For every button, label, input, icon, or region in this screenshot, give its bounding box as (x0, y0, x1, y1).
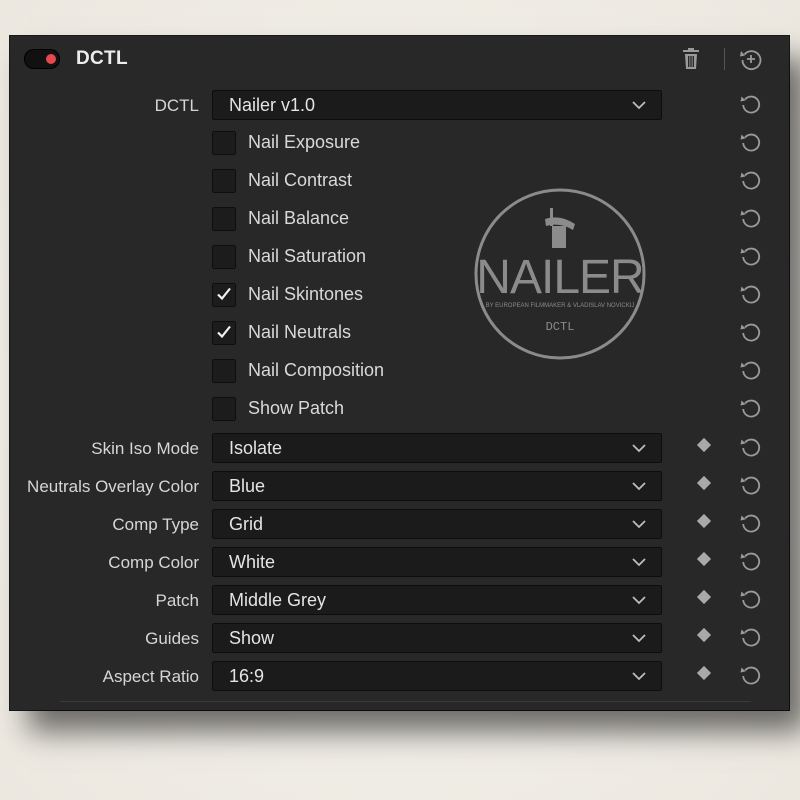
param-row-neutrals-overlay-color: Neutrals Overlay Color Blue (10, 471, 789, 501)
checkbox-label: Nail Saturation (248, 246, 367, 266)
checkbox-row-nail-composition: Nail Composition (10, 356, 789, 386)
chevron-down-icon (632, 482, 646, 491)
checkbox-show-patch[interactable] (212, 397, 236, 421)
param-row-comp-color: Comp Color White (10, 547, 789, 577)
checkmark-icon (217, 287, 231, 301)
param-label: Aspect Ratio (102, 667, 199, 686)
panel-bottom-divider (60, 701, 751, 702)
checkbox-row-nail-exposure: Nail Exposure (10, 128, 789, 158)
checkmark-icon (217, 325, 231, 339)
checkbox-label: Nail Composition (248, 360, 385, 380)
dropdown-value: Blue (229, 476, 266, 496)
reset-icon[interactable] (739, 358, 763, 382)
keyframe-diamond-icon[interactable] (696, 627, 712, 643)
param-label: Patch (155, 591, 199, 610)
comp-type-dropdown[interactable]: Grid (212, 509, 662, 539)
checkbox-row-nail-saturation: Nail Saturation (10, 242, 789, 272)
checkbox-nail-exposure[interactable] (212, 131, 236, 155)
chevron-down-icon (632, 101, 646, 110)
param-row-aspect-ratio: Aspect Ratio 16:9 (10, 661, 789, 691)
trash-icon[interactable] (680, 47, 702, 71)
skin-iso-mode-dropdown[interactable]: Isolate (212, 433, 662, 463)
checkbox-label: Nail Skintones (248, 284, 364, 304)
guides-dropdown[interactable]: Show (212, 623, 662, 653)
checkbox-label: Nail Contrast (248, 170, 353, 190)
checkbox-row-show-patch: Show Patch (10, 394, 789, 424)
panel-title: DCTL (76, 48, 128, 69)
checkbox-nail-neutrals[interactable] (212, 321, 236, 345)
reset-icon[interactable] (739, 282, 763, 306)
reset-icon[interactable] (739, 206, 763, 230)
param-label: Guides (145, 629, 199, 648)
checkbox-nail-balance[interactable] (212, 207, 236, 231)
checkbox-row-nail-neutrals: Nail Neutrals (10, 318, 789, 348)
reset-icon[interactable] (739, 396, 763, 420)
neutrals-overlay-color-dropdown[interactable]: Blue (212, 471, 662, 501)
stage: DCTL NAILER BY EUROPEAN FILMMAKER & VLAD… (0, 0, 800, 800)
param-row-skin-iso-mode: Skin Iso Mode Isolate (10, 433, 789, 463)
keyframe-diamond-icon[interactable] (696, 551, 712, 567)
reset-icon[interactable] (739, 473, 763, 497)
checkbox-nail-composition[interactable] (212, 359, 236, 383)
aspect-ratio-dropdown[interactable]: 16:9 (212, 661, 662, 691)
keyframe-diamond-icon[interactable] (696, 589, 712, 605)
param-label: Comp Type (112, 515, 199, 534)
enable-toggle[interactable] (24, 49, 60, 69)
checkbox-row-nail-skintones: Nail Skintones (10, 280, 789, 310)
reset-icon[interactable] (739, 625, 763, 649)
chevron-down-icon (632, 672, 646, 681)
patch-dropdown[interactable]: Middle Grey (212, 585, 662, 615)
dropdown-value: White (229, 552, 276, 572)
checkbox-row-nail-contrast: Nail Contrast (10, 166, 789, 196)
dropdown-value: Middle Grey (229, 590, 327, 610)
checkbox-label: Nail Exposure (248, 132, 361, 152)
dctl-label: DCTL (154, 96, 199, 115)
dropdown-value: Isolate (229, 438, 283, 458)
checkbox-label: Nail Balance (248, 208, 350, 228)
chevron-down-icon (632, 596, 646, 605)
keyframe-diamond-icon[interactable] (696, 475, 712, 491)
param-label: Comp Color (108, 553, 199, 572)
chevron-down-icon (632, 444, 646, 453)
param-row-patch: Patch Middle Grey (10, 585, 789, 615)
dctl-row: DCTL Nailer v1.0 (10, 90, 789, 120)
reset-icon[interactable] (739, 168, 763, 192)
header-divider (724, 48, 725, 70)
param-row-guides: Guides Show (10, 623, 789, 653)
dctl-dropdown[interactable]: Nailer v1.0 (212, 90, 662, 120)
chevron-down-icon (632, 558, 646, 567)
reset-icon[interactable] (739, 663, 763, 687)
checkbox-nail-contrast[interactable] (212, 169, 236, 193)
reset-icon[interactable] (739, 435, 763, 459)
keyframe-diamond-icon[interactable] (696, 437, 712, 453)
comp-color-dropdown[interactable]: White (212, 547, 662, 577)
checkbox-row-nail-balance: Nail Balance (10, 204, 789, 234)
checkbox-nail-saturation[interactable] (212, 245, 236, 269)
reset-icon[interactable] (739, 92, 763, 116)
param-row-comp-type: Comp Type Grid (10, 509, 789, 539)
keyframe-diamond-icon[interactable] (696, 513, 712, 529)
reset-icon[interactable] (739, 511, 763, 535)
checkbox-label: Nail Neutrals (248, 322, 352, 342)
dctl-value: Nailer v1.0 (229, 95, 316, 115)
keyframe-diamond-icon[interactable] (696, 665, 712, 681)
reset-icon[interactable] (739, 549, 763, 573)
chevron-down-icon (632, 634, 646, 643)
reset-icon[interactable] (739, 244, 763, 268)
param-label: Neutrals Overlay Color (27, 477, 199, 496)
reset-all-icon[interactable] (738, 46, 764, 72)
reset-icon[interactable] (739, 587, 763, 611)
param-label: Skin Iso Mode (91, 439, 199, 458)
checkbox-nail-skintones[interactable] (212, 283, 236, 307)
dropdown-value: Show (229, 628, 275, 648)
reset-icon[interactable] (739, 320, 763, 344)
reset-icon[interactable] (739, 130, 763, 154)
dropdown-value: Grid (229, 514, 264, 534)
checkbox-label: Show Patch (248, 398, 345, 418)
chevron-down-icon (632, 520, 646, 529)
dctl-panel: DCTL NAILER BY EUROPEAN FILMMAKER & VLAD… (10, 36, 789, 710)
dropdown-value: 16:9 (229, 666, 265, 686)
enable-indicator (46, 54, 56, 64)
